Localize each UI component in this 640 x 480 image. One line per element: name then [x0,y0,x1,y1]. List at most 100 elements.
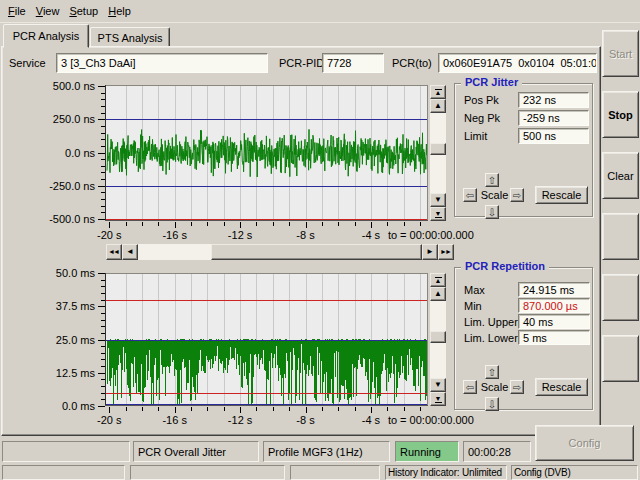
jitter-scale-label: Scale [480,188,509,202]
max-field: 24.915 ms [518,282,590,297]
pcr-repetition-title: PCR Repetition [461,260,549,272]
pos-pk-field: 232 ns [518,92,589,108]
scroll-left-icon[interactable]: ◄ [122,244,138,260]
pcr-to-field[interactable]: 0x060E91A75 0x0104 05:01:05 [438,53,597,73]
tab-pts-analysis[interactable]: PTS Analysis [90,27,170,47]
jitter-rescale-label: Rescale [542,189,582,201]
blank-button-1[interactable] [602,213,639,260]
tab-pcr-analysis[interactable]: PCR Analysis [3,24,89,48]
jitter-scroll-bottom-icon[interactable]: ▼ [430,207,446,221]
repetition-scroll-up-icon[interactable]: ▲ [430,287,446,301]
status-empty-1 [2,441,130,462]
neg-pk-value: -259 ns [523,112,560,124]
neg-pk-field: -259 ns [518,110,589,126]
lim-lower-label: Lim. Lower [464,330,518,345]
max-label: Max [464,282,485,297]
jitter-scroll-top-icon[interactable]: ▲ [430,85,446,99]
pcr_repetition_vs_time-ytick: 25.0 ms [37,334,95,346]
pcr_repetition_vs_time-end-label: to = 00:00:00.000 [388,414,483,426]
repetition-rescale-button[interactable]: Rescale [535,378,588,396]
status2-config: Config (DVB) [511,465,638,480]
repetition-scale-right-button[interactable]: ⇨ [510,380,524,394]
scroll-far-right-icon[interactable]: ►► [438,244,454,260]
scroll-right-icon[interactable]: ► [422,244,438,260]
pcr_repetition_vs_time-ytick: 0.0 ms [37,400,95,412]
pcr_jitter_vs_time-svg [94,85,430,229]
jitter-scale-down-button[interactable]: ⇩ [485,205,499,219]
repetition-scroll-down-icon[interactable]: ▼ [430,378,446,392]
limit-label: Limit [464,128,487,144]
pcr_jitter_vs_time-xtick: -12 s [214,229,266,241]
stop-button[interactable]: Stop [602,91,639,138]
min-field: 870.000 µs [518,298,590,313]
pcr-repetition-groupbox: PCR Repetition Max 24.915 ms Min 870.000… [454,267,593,410]
pcr_jitter_vs_time-xtick: -8 s [280,229,332,241]
neg-pk-label: Neg Pk [464,110,500,126]
status-profile: Profile MGF3 (1Hz) [263,441,390,462]
time-scroll-thumb[interactable] [211,244,422,260]
pcr-jitter-title: PCR Jitter [461,76,522,88]
blank-button-2[interactable] [602,274,639,321]
pcr-analysis-page: Service 3 [3_Ch3 DaAi] PCR-PID 7728 PCR(… [1,46,601,436]
menu-setup[interactable]: Setup [64,2,103,21]
jitter-scale-right-button[interactable]: ⇨ [510,188,524,202]
application-window: File View Setup Help PCR Analysis PTS An… [0,0,640,480]
lim-upper-field: 40 ms [518,314,590,329]
lim-lower-value: 5 ms [523,332,547,344]
repetition-scale-down-button[interactable]: ⇩ [485,397,499,411]
repetition-scale-up-button[interactable]: ⇧ [485,365,499,379]
pcr-pid-field[interactable]: 7728 [322,53,384,73]
status-overall-jitter: PCR Overall Jitter [133,441,259,462]
pos-pk-label: Pos Pk [464,92,499,108]
pcr_jitter_vs_time-ytick: 500.0 ns [37,80,95,92]
status2-history-indicator: History Indicator: Unlimited [385,465,507,480]
jitter-scale-left-button[interactable]: ⇦ [463,188,477,202]
service-field[interactable]: 3 [3_Ch3 DaAi] [56,53,268,73]
pcr-pid-label: PCR-PID [279,53,324,73]
limit-field: 500 ns [518,128,589,144]
service-value: 3 [3_Ch3 DaAi] [61,57,136,69]
pcr_repetition_vs_time-xtick: -20 s [83,414,135,426]
pcr_jitter_vs_time-ytick: -250.0 ns [37,180,95,192]
blank-button-3[interactable] [602,335,639,382]
pcr_repetition_vs_time-ytick: 50.0 ms [37,267,95,279]
menu-help[interactable]: Help [103,2,136,21]
pcr_repetition_vs_time-svg [94,273,430,414]
repetition-scroll-thumb[interactable] [430,331,446,343]
pcr_jitter_vs_time-ytick: 250.0 ns [37,113,95,125]
clear-button[interactable]: Clear [602,152,639,199]
pcr_jitter_vs_time-xtick: -20 s [83,229,135,241]
pcr-jitter-groupbox: PCR Jitter Pos Pk 232 ns Neg Pk -259 ns … [454,83,593,217]
jitter-scale-up-button[interactable]: ⇧ [485,173,499,187]
menu-file[interactable]: File [3,2,31,21]
jitter-scroll-thumb[interactable] [430,143,446,155]
pcr_jitter_vs_time-ytick: 0.0 ns [37,147,95,159]
status-running: Running [395,441,459,462]
menu-view[interactable]: View [31,2,65,21]
tab-pcr-analysis-label: PCR Analysis [13,30,80,42]
tab-pts-analysis-label: PTS Analysis [98,32,163,44]
pcr_repetition_vs_time-xtick: -8 s [280,414,332,426]
pcr_jitter_vs_time-ytick: -500.0 ns [37,213,95,225]
scroll-far-left-icon[interactable]: ◄◄ [106,244,122,260]
repetition-scale-left-button[interactable]: ⇦ [463,380,477,394]
status-elapsed-time: 00:00:28 [463,441,531,462]
pcr-to-label: PCR(to) [392,53,432,73]
pcr_repetition_vs_time-ytick: 37.5 ms [37,300,95,312]
lim-upper-value: 40 ms [523,316,553,328]
repetition-scroll-top-icon[interactable]: ▲ [430,273,446,287]
status2-empty-1 [2,465,125,480]
pcr_jitter_vs_time-end-label: to = 00:00:00.000 [388,229,483,241]
pcr_repetition_vs_time-xtick: -12 s [214,414,266,426]
pcr_repetition_vs_time-xtick: -16 s [149,414,201,426]
min-label: Min [464,298,482,313]
config-button[interactable]: Config [535,425,634,461]
jitter-rescale-button[interactable]: Rescale [535,186,588,204]
service-label: Service [9,53,46,73]
jitter-scroll-up-icon[interactable]: ▲ [430,99,446,113]
status2-empty-3 [290,465,380,480]
jitter-scroll-down-icon[interactable]: ▼ [430,193,446,207]
start-button[interactable]: Start [602,30,639,77]
repetition-scroll-bottom-icon[interactable]: ▼ [430,392,446,406]
min-value: 870.000 µs [523,300,578,312]
